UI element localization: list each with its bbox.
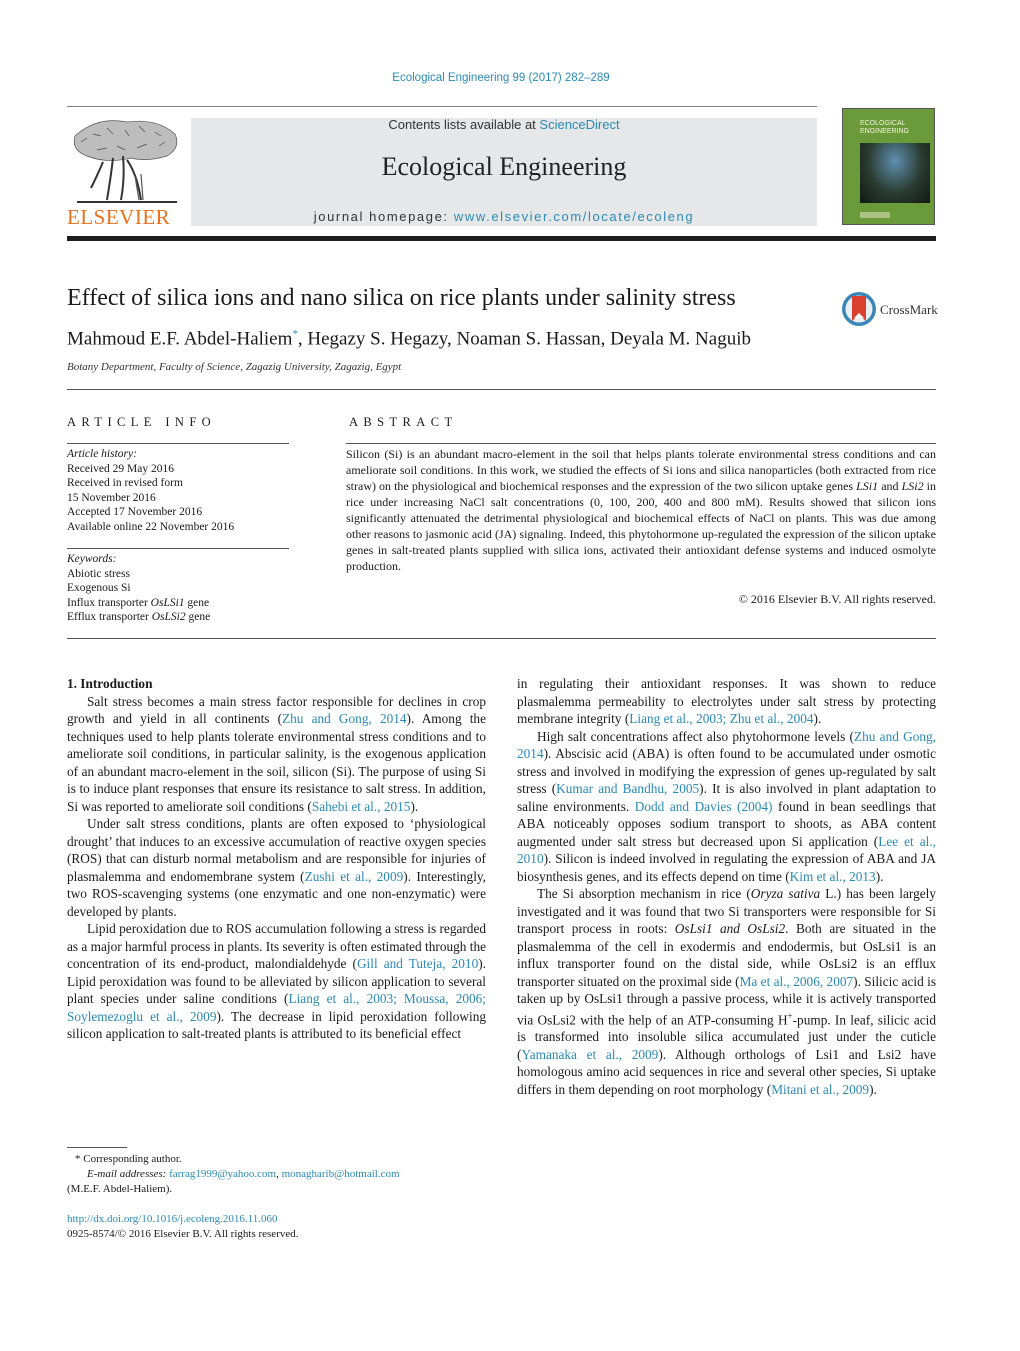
footnotes: * Corresponding author. E-mail addresses… (67, 1152, 487, 1197)
citation-link[interactable]: Kumar and Bandhu, 2005 (556, 781, 699, 796)
author-separator: , (297, 328, 308, 350)
abstract-copyright: © 2016 Elsevier B.V. All rights reserved… (738, 592, 936, 606)
homepage-prefix: journal homepage: (313, 209, 454, 224)
footnote-divider (67, 1147, 127, 1148)
article-title: Effect of silica ions and nano silica on… (67, 285, 736, 311)
text-run: ). (813, 711, 822, 726)
citation-link[interactable]: Dodd and Davies (2004) (635, 799, 773, 814)
body-paragraph: Lipid peroxidation due to ROS accumulati… (67, 920, 486, 1043)
history-item: Available online 22 November 2016 (67, 520, 235, 533)
email-owner: (M.E.F. Abdel-Haliem). (67, 1183, 173, 1195)
elsevier-logo-text: ELSEVIER (67, 205, 171, 229)
text-run: in rice under increasing NaCl salt conce… (346, 479, 937, 573)
history-item: 15 November 2016 (67, 491, 156, 504)
article-info-divider (67, 443, 289, 444)
cover-footer (860, 212, 890, 218)
sciencedirect-link[interactable]: ScienceDirect (539, 117, 619, 132)
cover-photo (860, 143, 930, 203)
italic-text: LSi2 (901, 479, 924, 493)
citation-link[interactable]: Sahebi et al., 2015 (312, 799, 411, 814)
keywords-label: Keywords: (67, 553, 117, 565)
italic-text: OsLsi1 and OsLsi2 (674, 921, 786, 936)
text-run: ). Among the techniques used to help pla… (67, 711, 486, 814)
journal-citation[interactable]: Ecological Engineering 99 (2017) 282–289 (0, 72, 1002, 84)
doi-link[interactable]: http://dx.doi.org/10.1016/j.ecoleng.2016… (67, 1212, 299, 1227)
author-name: Hegazy S. Hegazy (307, 328, 448, 350)
text-run: High salt concentrations affect also phy… (537, 728, 854, 744)
author-affiliation: Botany Department, Faculty of Science, Z… (67, 361, 402, 373)
title-divider (67, 389, 936, 390)
article-history: Article history: Received 29 May 2016 Re… (67, 447, 297, 534)
keywords-divider (67, 548, 289, 549)
text-run: Silicon (Si) is an abundant macro-elemen… (346, 447, 936, 493)
homepage-link[interactable]: www.elsevier.com/locate/ecoleng (454, 209, 694, 224)
citation-link[interactable]: Mitani et al., 2009 (771, 1082, 869, 1097)
author-separator: , (600, 328, 611, 350)
citation-link[interactable]: Gill and Tuteja, 2010 (357, 956, 478, 971)
email-label: E-mail addresses: (87, 1168, 170, 1180)
history-item: Received in revised form (67, 477, 183, 489)
author-list: Mahmoud E.F. Abdel-Haliem*, Hegazy S. He… (67, 328, 751, 350)
author-separator: , (447, 328, 457, 350)
keyword-item: Efflux transporter OsLSi2 gene (67, 611, 211, 623)
body-column-right: in regulating their antioxidant response… (517, 675, 936, 1098)
body-paragraph: High salt concentrations affect also phy… (517, 728, 936, 886)
text-run: and (878, 479, 902, 493)
keyword-item: Abiotic stress (67, 567, 130, 580)
email-link[interactable]: monagharib@hotmail.com (282, 1168, 400, 1180)
abstract-divider (346, 443, 936, 444)
body-paragraph: in regulating their antioxidant response… (517, 675, 936, 728)
cover-title: ECOLOGICAL ENGINEERING (860, 120, 910, 135)
corresponding-author-note: * Corresponding author. (75, 1153, 182, 1165)
journal-homepage: journal homepage: www.elsevier.com/locat… (191, 209, 817, 224)
text-run: ). (410, 798, 419, 814)
contents-prefix: Contents lists available at (388, 117, 540, 132)
header-thick-divider (67, 236, 936, 241)
author-name: Mahmoud E.F. Abdel-Haliem (67, 328, 293, 350)
journal-cover-image[interactable]: ECOLOGICAL ENGINEERING (842, 108, 935, 225)
history-item: Accepted 17 November 2016 (67, 506, 203, 518)
text-run: ). (875, 868, 884, 884)
italic-text: Oryza sativa (750, 886, 821, 901)
abstract-heading: ABSTRACT (349, 415, 458, 429)
email-link[interactable]: farrag1999@yahoo.com (169, 1168, 276, 1180)
crossmark-label[interactable]: CrossMark (880, 302, 938, 318)
abstract-text: Silicon (Si) is an abundant macro-elemen… (346, 446, 936, 574)
history-item: Received 29 May 2016 (67, 462, 174, 475)
keyword-item: Exogenous Si (67, 582, 131, 594)
author-name: Deyala M. Naguib (610, 328, 751, 350)
contents-line: Contents lists available at ScienceDirec… (191, 117, 817, 132)
body-paragraph: The Si absorption mechanism in rice (Ory… (517, 885, 936, 1098)
history-label: Article history: (67, 448, 137, 460)
article-info-heading: ARTICLE INFO (67, 415, 217, 429)
abstract-bottom-divider (67, 638, 936, 639)
citation-link[interactable]: Ma et al., 2006, 2007 (740, 974, 854, 989)
keyword-item: Influx transporter OsLSi1 gene (67, 596, 210, 609)
email-line: E-mail addresses: farrag1999@yahoo.com, … (87, 1168, 400, 1180)
citation-link[interactable]: Zushi et al., 2009 (305, 869, 404, 884)
italic-text: LSi1 (856, 479, 879, 493)
section-heading-introduction: 1. Introduction (67, 676, 153, 691)
text-run: The Si absorption mechanism in rice ( (537, 886, 751, 901)
issn-copyright: 0925-8574/© 2016 Elsevier B.V. All right… (67, 1228, 299, 1240)
text-run: ). (869, 1081, 877, 1097)
journal-name: Ecological Engineering (381, 152, 627, 181)
header-divider (67, 106, 817, 107)
doi-block: http://dx.doi.org/10.1016/j.ecoleng.2016… (67, 1212, 299, 1242)
citation-link[interactable]: Zhu and Gong, 2014 (282, 711, 407, 726)
keywords-block: Keywords: Abiotic stress Exogenous Si In… (67, 552, 297, 625)
citation-link[interactable]: Kim et al., 2013 (790, 869, 876, 884)
body-paragraph: Salt stress becomes a main stress factor… (67, 693, 486, 816)
elsevier-tree-logo-icon (73, 120, 178, 203)
author-name: Noaman S. Hassan (456, 328, 601, 350)
body-column-left: 1. Introduction Salt stress becomes a ma… (67, 675, 486, 1043)
citation-link[interactable]: Yamanaka et al., 2009 (521, 1047, 658, 1062)
citation-link[interactable]: Liang et al., 2003; Zhu et al., 2004 (629, 711, 813, 726)
body-paragraph: Under salt stress conditions, plants are… (67, 815, 486, 920)
